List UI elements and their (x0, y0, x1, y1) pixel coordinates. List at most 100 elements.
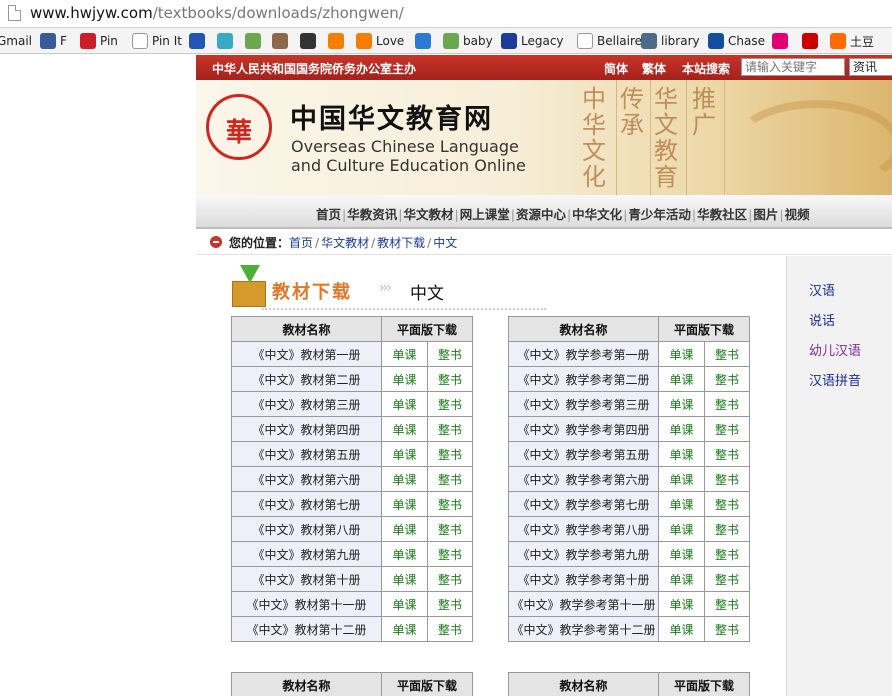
nav-separator: | (398, 207, 403, 222)
traditional-link[interactable]: 繁体 (642, 60, 666, 77)
search-category-select[interactable]: 资讯 (849, 58, 892, 76)
single-lesson-link[interactable]: 单课 (658, 491, 705, 517)
whole-book-link[interactable]: 整书 (704, 441, 750, 467)
bookmark-item[interactable]: Love (356, 32, 404, 50)
bookmark-label: Gmail (0, 34, 33, 48)
single-lesson-link[interactable]: 单课 (381, 566, 428, 592)
single-lesson-link[interactable]: 单课 (381, 391, 428, 417)
whole-book-link[interactable]: 整书 (704, 616, 750, 642)
site-logo-seal[interactable]: 華 (206, 94, 272, 160)
single-lesson-link[interactable]: 单课 (658, 341, 705, 367)
nav-item[interactable]: 资源中心 (516, 207, 566, 222)
single-lesson-link[interactable]: 单课 (658, 616, 705, 642)
whole-book-link[interactable]: 整书 (427, 591, 473, 617)
sidebar-link[interactable]: 幼儿汉语 (809, 340, 861, 359)
single-lesson-link[interactable]: 单课 (658, 516, 705, 542)
breadcrumb-textbooks[interactable]: 华文教材 (321, 236, 369, 250)
single-lesson-link[interactable]: 单课 (381, 441, 428, 467)
single-lesson-link[interactable]: 单课 (658, 441, 705, 467)
sidebar-link[interactable]: 汉语拼音 (809, 370, 861, 389)
whole-book-link[interactable]: 整书 (427, 391, 473, 417)
whole-book-link[interactable]: 整书 (427, 416, 473, 442)
single-lesson-link[interactable]: 单课 (658, 591, 705, 617)
bookmark-item[interactable] (415, 32, 435, 50)
single-lesson-link[interactable]: 单课 (658, 416, 705, 442)
nav-item[interactable]: 图片 (753, 207, 778, 222)
teacher-guide-table: 教材名称 平面版下载 《中文》教学参考第一册 单课 整书 《中文》教学参考第二册 单课 整书《… (508, 316, 750, 642)
single-lesson-link[interactable]: 单课 (381, 341, 428, 367)
single-lesson-link[interactable]: 单课 (381, 541, 428, 567)
whole-book-link[interactable]: 整书 (704, 391, 750, 417)
location-icon (210, 236, 222, 248)
bookmark-item[interactable]: Gmail (0, 32, 32, 50)
search-input[interactable] (741, 58, 845, 76)
nav-item[interactable]: 华教社区 (697, 207, 747, 222)
whole-book-link[interactable]: 整书 (704, 491, 750, 517)
nav-item[interactable]: 视频 (785, 207, 810, 222)
whole-book-link[interactable]: 整书 (427, 491, 473, 517)
bookmark-item[interactable] (217, 32, 237, 50)
bookmark-item[interactable]: F (40, 32, 67, 50)
bookmark-item[interactable]: library (641, 32, 700, 50)
single-lesson-link[interactable]: 单课 (658, 541, 705, 567)
bookmark-item[interactable]: Bellaire (577, 32, 642, 50)
whole-book-link[interactable]: 整书 (427, 516, 473, 542)
whole-book-link[interactable]: 整书 (427, 541, 473, 567)
nav-item[interactable]: 网上课堂 (460, 207, 510, 222)
sidebar-link[interactable]: 汉语 (809, 280, 835, 299)
browser-address-bar[interactable]: www.hwjyw.com/textbooks/downloads/zhongw… (0, 0, 892, 28)
bookmark-item[interactable] (272, 32, 292, 50)
single-lesson-link[interactable]: 单课 (381, 416, 428, 442)
whole-book-link[interactable]: 整书 (704, 591, 750, 617)
single-lesson-link[interactable]: 单课 (381, 516, 428, 542)
table-row: 《中文》教学参考第十一册 单课 整书 (508, 591, 750, 617)
whole-book-link[interactable]: 整书 (704, 516, 750, 542)
sidebar-link[interactable]: 说话 (809, 310, 835, 329)
single-lesson-link[interactable]: 单课 (381, 466, 428, 492)
nav-item[interactable]: 首页 (316, 207, 341, 222)
bookmark-item[interactable]: Pin It (132, 32, 182, 50)
single-lesson-link[interactable]: 单课 (381, 366, 428, 392)
breadcrumb-current[interactable]: 中文 (433, 236, 457, 250)
single-lesson-link[interactable]: 单课 (381, 616, 428, 642)
bookmark-item[interactable] (802, 32, 822, 50)
bookmark-item[interactable]: 土豆 (830, 32, 874, 50)
single-lesson-link[interactable]: 单课 (658, 391, 705, 417)
nav-item[interactable]: 华教资讯 (347, 207, 397, 222)
breadcrumb-home[interactable]: 首页 (289, 236, 313, 250)
nav-item[interactable]: 青少年活动 (628, 207, 691, 222)
nav-item[interactable]: 华文教材 (403, 207, 453, 222)
whole-book-link[interactable]: 整书 (427, 341, 473, 367)
whole-book-link[interactable]: 整书 (704, 416, 750, 442)
single-lesson-link[interactable]: 单课 (381, 591, 428, 617)
whole-book-link[interactable]: 整书 (427, 466, 473, 492)
whole-book-link[interactable]: 整书 (704, 341, 750, 367)
bookmark-item[interactable] (189, 32, 209, 50)
whole-book-link[interactable]: 整书 (427, 566, 473, 592)
whole-book-link[interactable]: 整书 (427, 616, 473, 642)
bookmark-item[interactable]: Legacy (501, 32, 564, 50)
nav-item[interactable]: 中华文化 (572, 207, 622, 222)
whole-book-link[interactable]: 整书 (704, 566, 750, 592)
single-lesson-link[interactable]: 单课 (658, 566, 705, 592)
whole-book-link[interactable]: 整书 (704, 466, 750, 492)
bookmark-label: Bellaire (597, 34, 643, 48)
whole-book-link[interactable]: 整书 (704, 366, 750, 392)
bookmark-item[interactable] (328, 32, 348, 50)
simplified-link[interactable]: 简体 (604, 60, 628, 77)
single-lesson-link[interactable]: 单课 (658, 466, 705, 492)
single-lesson-link[interactable]: 单课 (381, 491, 428, 517)
bookmark-item[interactable] (772, 32, 792, 50)
whole-book-link[interactable]: 整书 (427, 441, 473, 467)
whole-book-link[interactable]: 整书 (427, 366, 473, 392)
url-text[interactable]: www.hwjyw.com/textbooks/downloads/zhongw… (30, 4, 404, 22)
single-lesson-link[interactable]: 单课 (658, 366, 705, 392)
bookmark-item[interactable]: baby (443, 32, 493, 50)
bookmark-item[interactable]: Chase (708, 32, 765, 50)
bookmark-item[interactable] (245, 32, 265, 50)
bookmark-item[interactable]: Pin (80, 32, 118, 50)
breadcrumb-downloads[interactable]: 教材下载 (377, 236, 425, 250)
whole-book-link[interactable]: 整书 (704, 541, 750, 567)
book-name: 《中文》教学参考第九册 (508, 541, 659, 567)
bookmark-item[interactable] (300, 32, 320, 50)
